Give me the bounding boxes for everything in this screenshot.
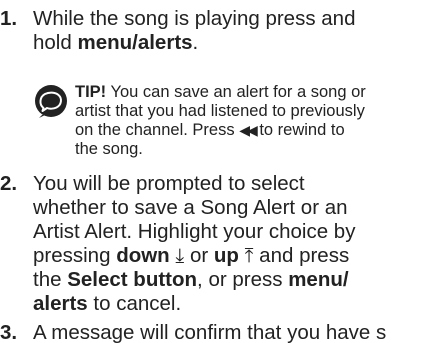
step-number: 2. <box>0 172 18 195</box>
select-button-key: Select button <box>67 268 198 291</box>
rewind-icon: ◀◀ <box>239 122 257 138</box>
alerts-key: alerts <box>33 292 88 315</box>
tip-label: TIP! <box>75 83 107 101</box>
down-key: down <box>116 244 170 267</box>
menu-key: menu/ <box>288 268 349 291</box>
step-number: 1. <box>0 7 18 30</box>
tip-text: TIP! You can save an alert for a song or… <box>75 83 366 158</box>
step-text: You will be prompted to select whether t… <box>33 172 356 315</box>
step-2: 2. You will be prompted to select whethe… <box>0 172 448 316</box>
speech-bubble-icon <box>35 85 67 118</box>
step-line: While the song is playing press and <box>33 7 356 30</box>
step-line: hold menu/alerts. <box>33 31 199 54</box>
manual-page: 1. While the song is playing press and h… <box>0 0 448 343</box>
up-key: up <box>213 244 239 267</box>
down-arrow-icon: ⤓ <box>175 245 185 267</box>
step-text: A message will confirm that you have s <box>33 321 387 343</box>
menu-alerts-key: menu/alerts <box>77 31 193 54</box>
step-number: 3. <box>0 321 18 343</box>
step-3: 3. A message will confirm that you have … <box>0 321 448 343</box>
tip-box: TIP! You can save an alert for a song or… <box>33 83 448 165</box>
step-1: 1. While the song is playing press and h… <box>0 7 448 55</box>
step-text: While the song is playing press and hold… <box>33 7 356 55</box>
